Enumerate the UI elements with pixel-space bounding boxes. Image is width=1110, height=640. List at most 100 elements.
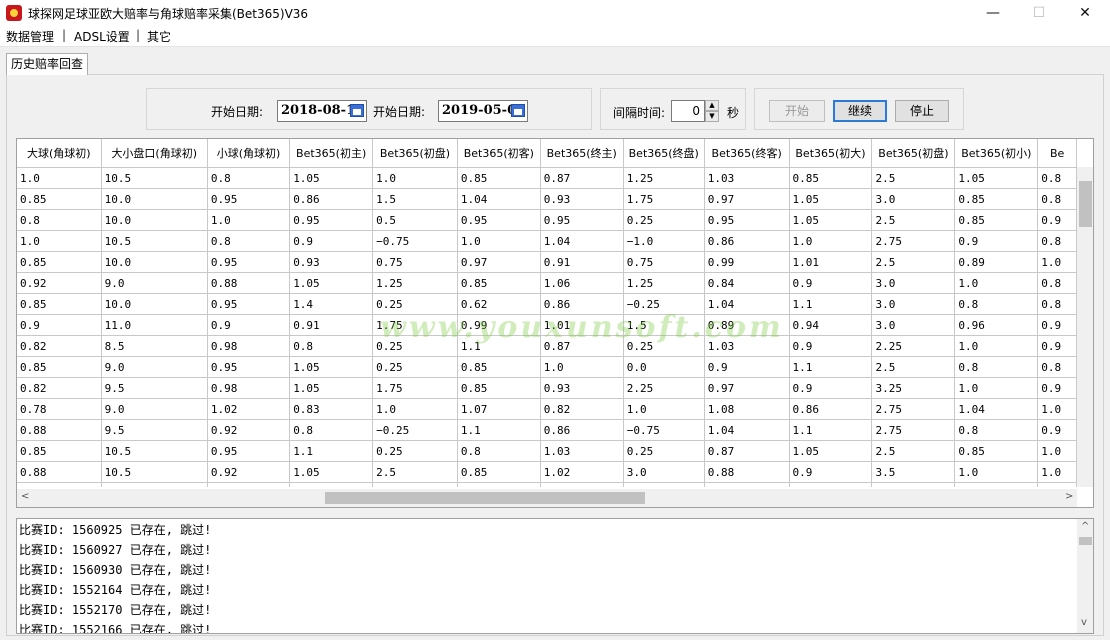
table-cell[interactable]: 0.8 bbox=[954, 419, 1039, 441]
table-cell[interactable]: 0.92 bbox=[207, 419, 291, 441]
tab-history-odds[interactable]: 历史赔率回查 bbox=[6, 53, 88, 75]
table-cell[interactable]: 1.04 bbox=[704, 293, 790, 315]
table-cell[interactable]: 0.85 bbox=[789, 167, 873, 189]
table-cell[interactable]: 1.04 bbox=[540, 230, 624, 252]
table-cell[interactable]: 2.75 bbox=[871, 230, 956, 252]
table-cell[interactable]: 1.0 bbox=[540, 356, 624, 378]
table-cell[interactable]: 10.0 bbox=[101, 251, 208, 273]
table-row[interactable]: 0.78 9.0 1.02 0.83 1.0 1.07 0.82 1.0 1.08 0.86 2.7… bbox=[17, 398, 1077, 420]
table-cell[interactable]: 1.05 bbox=[289, 167, 374, 189]
table-cell[interactable]: 0.8 bbox=[1037, 293, 1077, 315]
start-date-picker[interactable]: 2018-08-11 bbox=[277, 100, 367, 122]
table-cell[interactable]: 0.62 bbox=[457, 293, 541, 315]
table-cell[interactable]: 0.85 bbox=[457, 167, 541, 189]
stop-button[interactable]: 停止 bbox=[895, 100, 949, 122]
table-cell[interactable]: 0.25 bbox=[623, 209, 705, 231]
scroll-up-arrow-icon[interactable]: ^ bbox=[1081, 521, 1089, 532]
table-cell[interactable]: 0.95 bbox=[457, 209, 541, 231]
table-cell[interactable]: 0.88 bbox=[289, 482, 374, 487]
table-row[interactable]: 0.92 9.0 0.88 1.05 1.25 0.85 1.06 1.25 0.84 0.9 3.… bbox=[17, 272, 1077, 294]
table-cell[interactable]: 1.01 bbox=[789, 251, 873, 273]
table-cell[interactable]: 0.8 bbox=[207, 482, 291, 487]
calendar-icon[interactable] bbox=[511, 104, 525, 117]
table-cell[interactable]: 0.25 bbox=[372, 335, 458, 357]
table-cell[interactable]: 0.88 bbox=[17, 419, 102, 441]
table-cell[interactable]: 10.5 bbox=[101, 461, 208, 483]
table-cell[interactable]: 0.98 bbox=[704, 482, 790, 487]
table-cell[interactable]: 0.85 bbox=[954, 188, 1039, 210]
table-cell[interactable]: 0.91 bbox=[289, 314, 374, 336]
table-cell[interactable]: 0.93 bbox=[540, 188, 624, 210]
table-cell[interactable]: 1.05 bbox=[289, 356, 374, 378]
table-cell[interactable]: 1.0 bbox=[372, 167, 458, 189]
table-cell[interactable]: 1.1 bbox=[789, 419, 873, 441]
table-cell[interactable]: 0.5 bbox=[372, 209, 458, 231]
column-header[interactable]: Bet365(终客) bbox=[704, 139, 790, 168]
table-cell[interactable]: 1.0 bbox=[1037, 398, 1077, 420]
table-cell[interactable]: 0.86 bbox=[540, 419, 624, 441]
table-cell[interactable]: 1.02 bbox=[457, 482, 541, 487]
table-cell[interactable]: 0.95 bbox=[289, 209, 374, 231]
table-cell[interactable]: 0.96 bbox=[954, 314, 1039, 336]
table-cell[interactable]: 0.99 bbox=[457, 314, 541, 336]
log-output[interactable]: 比赛ID: 1560925 已存在, 跳过! 比赛ID: 1560927 已存在,… bbox=[16, 518, 1094, 634]
table-cell[interactable]: 1.07 bbox=[457, 398, 541, 420]
table-cell[interactable]: 1.0 bbox=[207, 209, 291, 231]
grid-vertical-scrollbar[interactable] bbox=[1077, 167, 1093, 487]
table-cell[interactable]: 0.87 bbox=[704, 440, 790, 462]
table-cell[interactable]: 10.0 bbox=[101, 188, 208, 210]
table-cell[interactable]: 1.0 bbox=[17, 230, 102, 252]
table-cell[interactable]: 0.25 bbox=[372, 356, 458, 378]
table-cell[interactable]: 1.75 bbox=[372, 377, 458, 399]
table-cell[interactable]: 3.5 bbox=[871, 461, 956, 483]
table-cell[interactable]: 0.97 bbox=[457, 251, 541, 273]
table-cell[interactable]: 0.87 bbox=[540, 167, 624, 189]
table-cell[interactable]: 0.94 bbox=[789, 314, 873, 336]
column-header[interactable]: Bet365(终主) bbox=[540, 139, 624, 168]
table-cell[interactable]: 0.89 bbox=[954, 251, 1039, 273]
table-cell[interactable]: 1.75 bbox=[623, 188, 705, 210]
table-row[interactable]: 0.85 10.0 0.95 1.4 0.25 0.62 0.86 −0.25 1.04 1.1 3… bbox=[17, 293, 1077, 315]
log-scroll-thumb[interactable] bbox=[1079, 537, 1092, 545]
table-cell[interactable]: 0.8 bbox=[207, 167, 291, 189]
column-header[interactable]: Bet365(初大) bbox=[789, 139, 873, 168]
table-cell[interactable]: 0.25 bbox=[372, 293, 458, 315]
table-cell[interactable]: 3.0 bbox=[871, 188, 956, 210]
table-cell[interactable]: 0.8 bbox=[207, 230, 291, 252]
column-header[interactable]: Bet365(初小) bbox=[954, 139, 1039, 168]
table-cell[interactable]: 0.93 bbox=[289, 251, 374, 273]
table-cell[interactable]: 0.86 bbox=[789, 398, 873, 420]
table-cell[interactable]: 9.0 bbox=[101, 272, 208, 294]
table-cell[interactable]: 0.9 bbox=[954, 230, 1039, 252]
table-cell[interactable]: 1.75 bbox=[372, 314, 458, 336]
minimize-button[interactable]: — bbox=[970, 0, 1016, 26]
table-cell[interactable]: 1.03 bbox=[540, 440, 624, 462]
table-cell[interactable]: 1.05 bbox=[954, 167, 1039, 189]
table-cell[interactable]: −0.75 bbox=[623, 419, 705, 441]
table-cell[interactable]: 0.8 bbox=[954, 293, 1039, 315]
table-cell[interactable]: 0.8 bbox=[17, 209, 102, 231]
table-cell[interactable]: 1.0 bbox=[1037, 461, 1077, 483]
table-cell[interactable]: 0.8 bbox=[289, 335, 374, 357]
table-cell[interactable]: 0.95 bbox=[207, 440, 291, 462]
table-cell[interactable]: 1.25 bbox=[623, 167, 705, 189]
table-cell[interactable]: 0.92 bbox=[17, 272, 102, 294]
column-header[interactable]: 小球(角球初) bbox=[207, 139, 291, 168]
table-cell[interactable]: 1.5 bbox=[372, 188, 458, 210]
table-cell[interactable]: 1.4 bbox=[289, 293, 374, 315]
table-cell[interactable]: 0.9 bbox=[17, 314, 102, 336]
table-row[interactable]: 1.0 10.5 0.8 0.9 −0.75 1.0 1.04 −1.0 0.86 1.0 2.75… bbox=[17, 230, 1077, 252]
table-cell[interactable]: 0.0 bbox=[623, 356, 705, 378]
table-cell[interactable]: 0.85 bbox=[17, 251, 102, 273]
table-cell[interactable]: 1.0 bbox=[954, 461, 1039, 483]
table-cell[interactable]: 0.85 bbox=[457, 356, 541, 378]
table-cell[interactable]: 0.98 bbox=[207, 335, 291, 357]
table-cell[interactable]: 9.5 bbox=[101, 419, 208, 441]
table-cell[interactable]: 3.0 bbox=[871, 272, 956, 294]
table-cell[interactable]: 1.03 bbox=[704, 335, 790, 357]
table-cell[interactable]: 1.0 bbox=[623, 398, 705, 420]
table-cell[interactable]: 1.04 bbox=[954, 398, 1039, 420]
table-cell[interactable]: 1.08 bbox=[704, 398, 790, 420]
table-cell[interactable]: 0.75 bbox=[623, 251, 705, 273]
table-cell[interactable]: −0.25 bbox=[372, 419, 458, 441]
